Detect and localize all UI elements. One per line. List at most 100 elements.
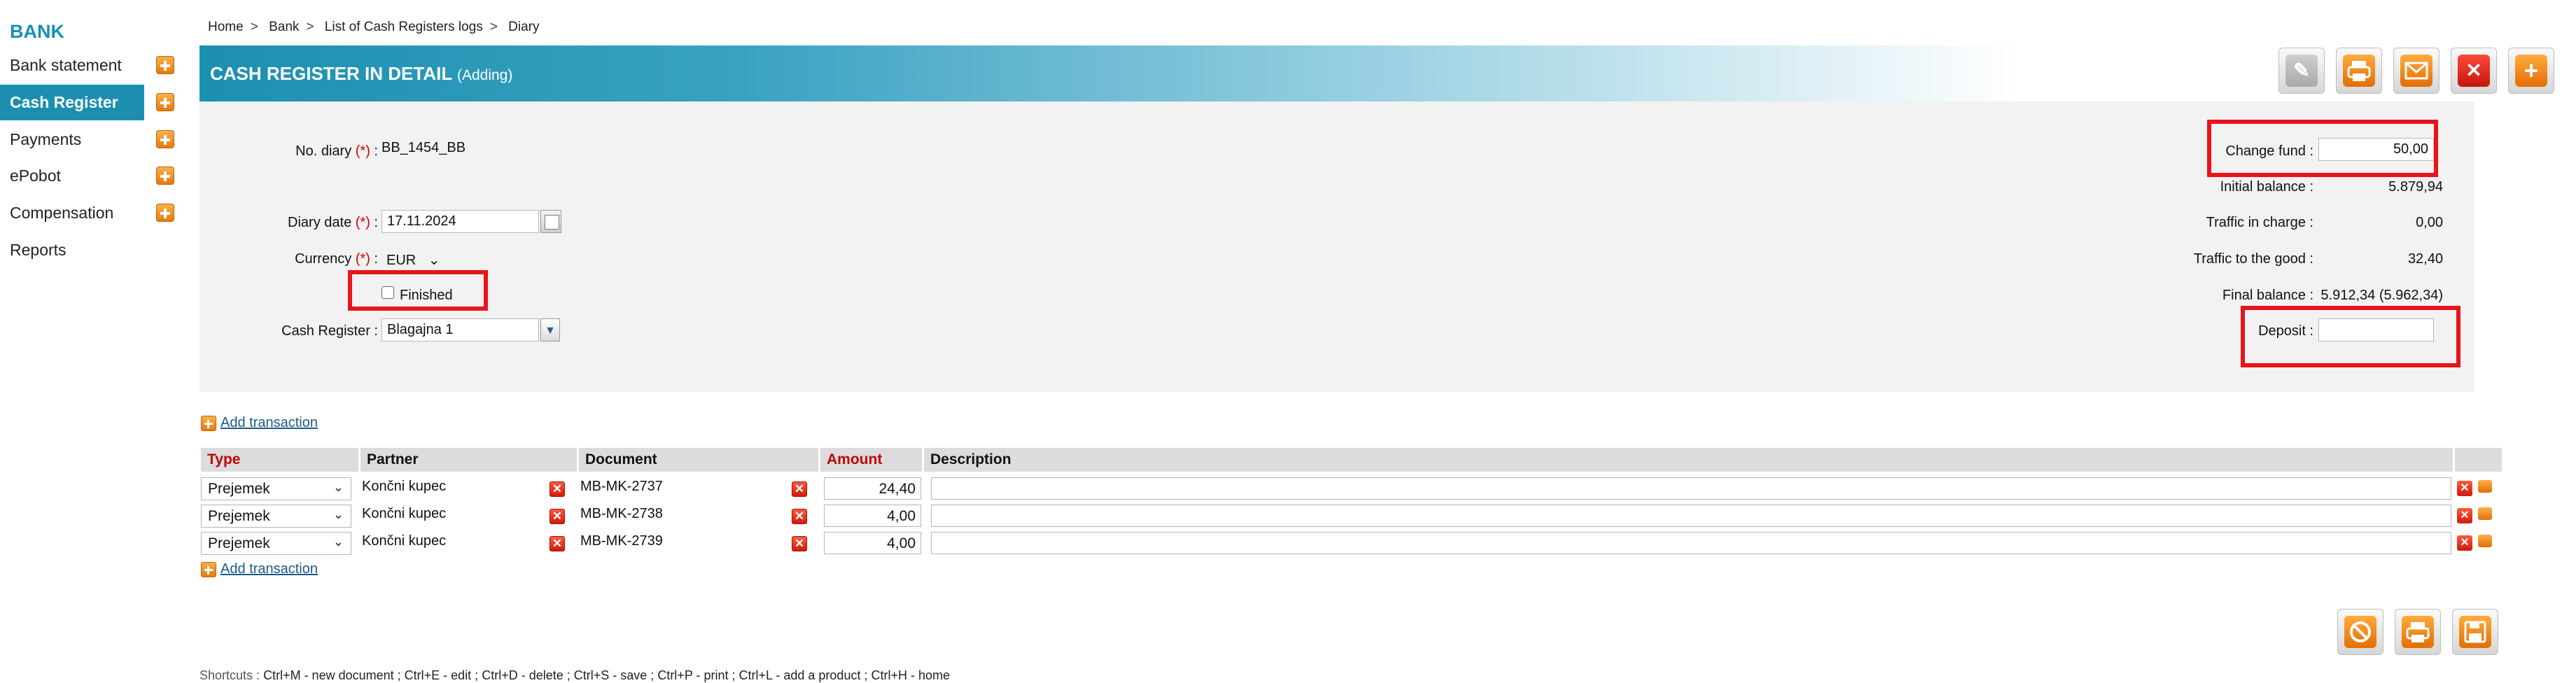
diary-date-input[interactable]: 17.11.2024	[382, 210, 539, 233]
chevron-down-icon[interactable]: ▼	[540, 318, 560, 342]
sidebar-brand: BANK	[10, 21, 64, 42]
page-title-mode: (Adding)	[456, 67, 513, 83]
page-title-text: CASH REGISTER IN DETAIL	[210, 63, 452, 84]
type-select[interactable]: Prejemek ⌄	[201, 532, 351, 555]
sidebar-item-label: Bank statement	[10, 56, 122, 74]
add-bank-statement-icon[interactable]	[156, 56, 174, 74]
clear-partner-icon[interactable]: ✕	[550, 509, 565, 524]
breadcrumb-bank[interactable]: Bank	[269, 20, 299, 34]
type-value: Prejemek	[208, 481, 270, 497]
print-button[interactable]	[2336, 48, 2382, 94]
type-value: Prejemek	[208, 535, 270, 551]
no-diary-label-text: No. diary	[295, 143, 352, 159]
shortcut-item: Ctrl+E - edit ;	[404, 668, 479, 682]
column-header-document: Document	[579, 448, 820, 472]
clear-document-icon[interactable]: ✕	[792, 536, 807, 551]
sidebar-item-label: Cash Register	[10, 93, 118, 111]
add-button[interactable]: +	[2508, 48, 2554, 94]
deposit-input[interactable]	[2318, 318, 2434, 342]
chevron-down-icon: ⌄	[428, 253, 440, 268]
amount-input[interactable]: 24,40	[824, 477, 921, 500]
email-button[interactable]	[2393, 48, 2440, 94]
clear-partner-icon[interactable]: ✕	[550, 536, 565, 551]
delete-row-icon[interactable]: ✕	[2457, 508, 2472, 523]
sidebar-item-label: ePobot	[10, 167, 61, 185]
sidebar-item-epobot[interactable]: ePobot	[0, 158, 144, 194]
final-balance-label: Final balance :	[2222, 288, 2314, 303]
currency-select[interactable]: EUR ⌄	[386, 251, 440, 269]
add-transaction-link-top[interactable]: Add transaction	[220, 415, 318, 431]
print-row-icon[interactable]	[2478, 507, 2492, 520]
traffic-in-charge-value: 0,00	[2416, 215, 2443, 230]
sidebar-item-reports[interactable]: Reports	[0, 232, 144, 268]
type-select[interactable]: Prejemek ⌄	[201, 505, 351, 528]
cash-register-label: Cash Register :	[281, 323, 378, 339]
clear-partner-icon[interactable]: ✕	[550, 481, 565, 497]
chevron-down-icon: ⌄	[332, 535, 344, 549]
cash-register-select[interactable]: Blagajna 1	[382, 318, 539, 342]
document-cell[interactable]: MB-MK-2737	[580, 479, 663, 495]
amount-input[interactable]: 4,00	[824, 532, 921, 554]
description-input[interactable]	[931, 477, 2451, 500]
description-input[interactable]	[931, 532, 2451, 554]
finished-checkbox[interactable]	[382, 286, 394, 299]
shortcut-item: Ctrl+S - save ;	[573, 668, 654, 682]
add-transaction-link-bottom[interactable]: Add transaction	[220, 561, 318, 577]
delete-row-icon[interactable]: ✕	[2457, 535, 2472, 551]
save-button[interactable]	[2452, 609, 2498, 655]
sidebar-item-label: Payments	[10, 130, 82, 148]
print-row-icon[interactable]	[2478, 480, 2492, 493]
sidebar-item-payments[interactable]: Payments	[0, 122, 144, 157]
breadcrumb-separator: >	[306, 20, 314, 34]
add-epobot-icon[interactable]	[156, 167, 174, 185]
breadcrumb-home[interactable]: Home	[208, 20, 244, 34]
shortcut-item: Ctrl+L - add a product ;	[738, 668, 868, 682]
shortcuts-label: Shortcuts :	[200, 668, 260, 682]
print-row-icon[interactable]	[2478, 535, 2492, 547]
calendar-icon[interactable]	[540, 210, 561, 233]
deposit-label: Deposit :	[2258, 323, 2314, 339]
pencil-icon: ✎	[2286, 55, 2318, 87]
final-balance-value: 5.912,34 (5.962,34)	[2320, 288, 2443, 303]
clear-document-icon[interactable]: ✕	[792, 481, 807, 497]
cancel-icon	[2344, 616, 2376, 648]
sidebar-item-bank-statement[interactable]: Bank statement	[0, 48, 144, 83]
initial-balance-value: 5.879,94	[2388, 179, 2443, 195]
document-cell[interactable]: MB-MK-2738	[580, 506, 663, 522]
add-payments-icon[interactable]	[156, 130, 174, 148]
diary-date-label-text: Diary date	[288, 215, 352, 230]
add-transaction-icon[interactable]	[201, 562, 216, 577]
document-cell[interactable]: MB-MK-2739	[580, 533, 663, 549]
page-title: CASH REGISTER IN DETAIL (Adding)	[210, 63, 512, 85]
breadcrumb-cash-register-logs[interactable]: List of Cash Registers logs	[325, 20, 483, 34]
clear-document-icon[interactable]: ✕	[792, 509, 807, 524]
printer-icon	[2343, 55, 2375, 87]
column-header-type: Type	[201, 448, 360, 472]
sidebar-item-cash-register[interactable]: Cash Register	[0, 85, 144, 120]
cancel-button[interactable]	[2337, 609, 2384, 655]
partner-cell[interactable]: Končni kupec	[362, 506, 446, 522]
add-transaction-icon[interactable]	[201, 416, 216, 431]
type-value: Prejemek	[208, 508, 270, 524]
plus-icon: +	[2515, 55, 2547, 87]
currency-label-text: Currency	[295, 251, 352, 267]
amount-input[interactable]: 4,00	[824, 505, 921, 527]
shortcut-item: Ctrl+M - new document ;	[263, 668, 401, 682]
type-select[interactable]: Prejemek ⌄	[201, 477, 351, 500]
breadcrumb-separator: >	[250, 20, 258, 34]
sidebar-item-compensation[interactable]: Compensation	[0, 195, 144, 231]
change-fund-input[interactable]: 50,00	[2318, 138, 2434, 161]
print-bottom-button[interactable]	[2395, 609, 2441, 655]
description-input[interactable]	[931, 505, 2451, 527]
add-cash-register-icon[interactable]	[156, 93, 174, 111]
add-compensation-icon[interactable]	[156, 204, 174, 222]
chevron-down-icon: ⌄	[332, 480, 344, 494]
delete-button[interactable]: ✕	[2451, 48, 2497, 94]
breadcrumb-separator: >	[489, 20, 498, 34]
partner-cell[interactable]: Končni kupec	[362, 533, 446, 549]
partner-cell[interactable]: Končni kupec	[362, 479, 446, 495]
delete-row-icon[interactable]: ✕	[2457, 481, 2472, 496]
change-fund-label: Change fund :	[2225, 143, 2314, 159]
currency-value: EUR	[386, 253, 416, 268]
edit-button[interactable]: ✎	[2278, 48, 2325, 94]
